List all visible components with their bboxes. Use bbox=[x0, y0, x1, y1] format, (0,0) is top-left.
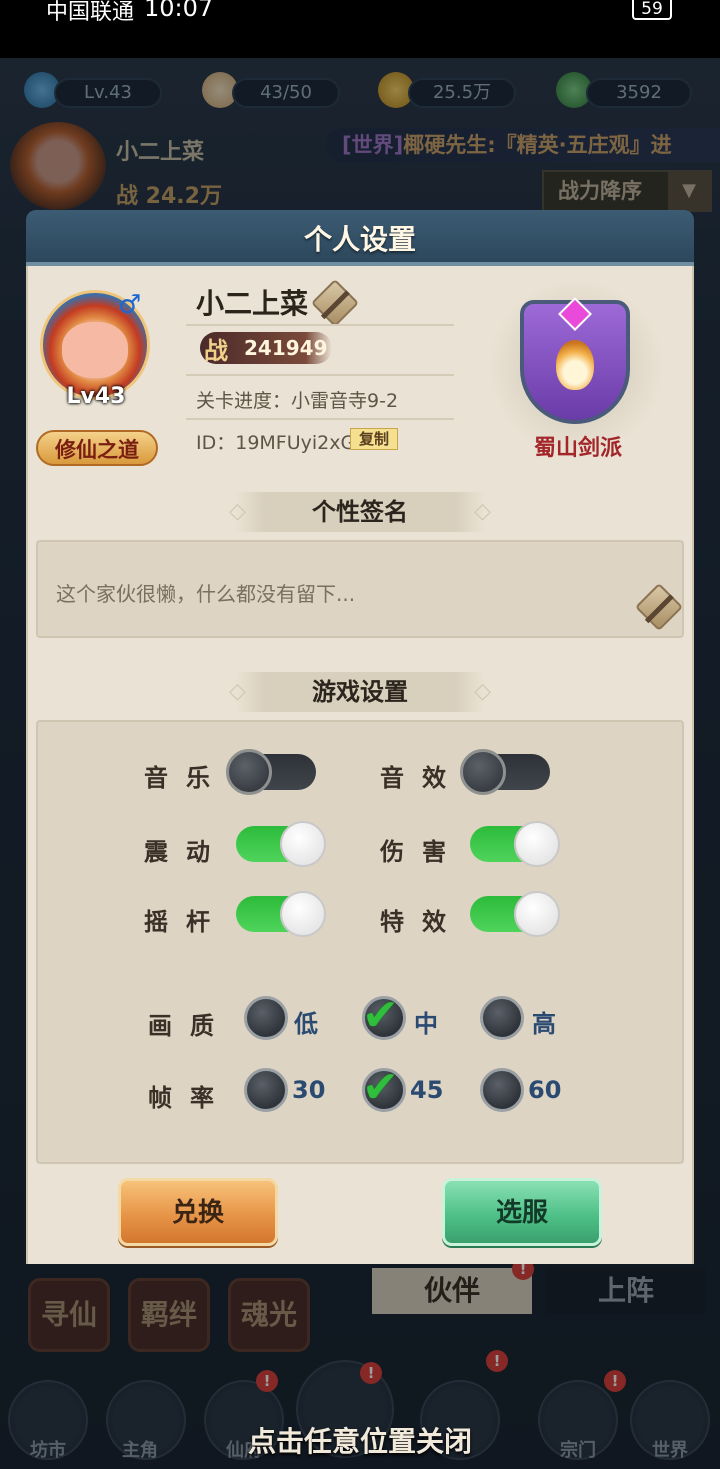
toggle-knob bbox=[280, 821, 326, 867]
toggle-label-damage: 伤害 bbox=[380, 838, 464, 866]
signature-heading: 个性签名 bbox=[229, 492, 491, 532]
select-server-button[interactable]: 选服 bbox=[442, 1178, 602, 1246]
toggle-knob bbox=[280, 891, 326, 937]
toggle-knob bbox=[514, 891, 560, 937]
copy-id-button[interactable]: 复制 bbox=[350, 428, 398, 450]
avatar-face bbox=[62, 322, 128, 378]
sect-name: 蜀山剑派 bbox=[533, 436, 622, 461]
status-bar: 中国联通 10:07 59 bbox=[0, 0, 720, 58]
toggle-knob bbox=[226, 749, 272, 795]
game-settings-panel bbox=[36, 720, 684, 1164]
fps-60-radio[interactable] bbox=[480, 1068, 524, 1112]
power-label: 战 bbox=[204, 337, 228, 365]
divider bbox=[186, 324, 454, 326]
close-hint[interactable]: 点击任意位置关闭 bbox=[0, 1420, 720, 1460]
carrier-label: 中国联通 bbox=[46, 0, 135, 25]
quality-label: 画质 bbox=[148, 1012, 232, 1040]
music-toggle[interactable] bbox=[226, 749, 316, 795]
fps-60-label: 60 bbox=[528, 1076, 562, 1104]
redeem-button[interactable]: 兑换 bbox=[118, 1178, 278, 1246]
damage-toggle[interactable] bbox=[470, 821, 560, 867]
status-clock: 10:07 bbox=[144, 0, 214, 22]
checkmark-icon: ✔ bbox=[362, 1062, 399, 1113]
effects-toggle[interactable] bbox=[470, 891, 560, 937]
game-settings-heading: 游戏设置 bbox=[229, 672, 491, 712]
divider bbox=[186, 374, 454, 376]
sfx-toggle[interactable] bbox=[460, 749, 550, 795]
framerate-label: 帧率 bbox=[148, 1084, 232, 1112]
fps-30-radio[interactable] bbox=[244, 1068, 288, 1112]
divider bbox=[186, 418, 454, 420]
flame-icon bbox=[556, 340, 594, 390]
quality-low-label: 低 bbox=[294, 1010, 318, 1038]
fps-45-label: 45 bbox=[410, 1076, 444, 1104]
toggle-knob bbox=[514, 821, 560, 867]
quality-high-radio[interactable] bbox=[480, 996, 524, 1040]
signature-text: 这个家伙很懒，什么都没有留下... bbox=[56, 582, 356, 606]
quality-high-label: 高 bbox=[532, 1010, 556, 1038]
toggle-label-sfx: 音效 bbox=[380, 764, 464, 792]
checkmark-icon: ✔ bbox=[362, 990, 399, 1041]
cultivation-badge[interactable]: 修仙之道 bbox=[36, 430, 158, 466]
dialog-title: 个人设置 bbox=[303, 223, 416, 256]
stage-progress: 关卡进度：小雷音寺9-2 bbox=[196, 390, 399, 412]
toggle-label-vibration: 震动 bbox=[144, 838, 228, 866]
male-gender-icon: ♂ bbox=[118, 290, 142, 320]
player-level: Lv43 bbox=[66, 384, 126, 409]
toggle-label-joystick: 摇杆 bbox=[144, 908, 228, 936]
fps-30-label: 30 bbox=[292, 1076, 326, 1104]
vibration-toggle[interactable] bbox=[236, 821, 326, 867]
toggle-label-music: 音乐 bbox=[144, 764, 228, 792]
quality-low-radio[interactable] bbox=[244, 996, 288, 1040]
player-name: 小二上菜 bbox=[196, 287, 309, 320]
toggle-knob bbox=[460, 749, 506, 795]
quality-mid-label: 中 bbox=[414, 1010, 438, 1038]
toggle-label-effects: 特效 bbox=[380, 908, 464, 936]
player-id: ID：19MFUyi2xG bbox=[196, 432, 356, 454]
power-value: 241949 bbox=[244, 336, 328, 360]
joystick-toggle[interactable] bbox=[236, 891, 326, 937]
battery-icon: 59 bbox=[632, 0, 672, 20]
